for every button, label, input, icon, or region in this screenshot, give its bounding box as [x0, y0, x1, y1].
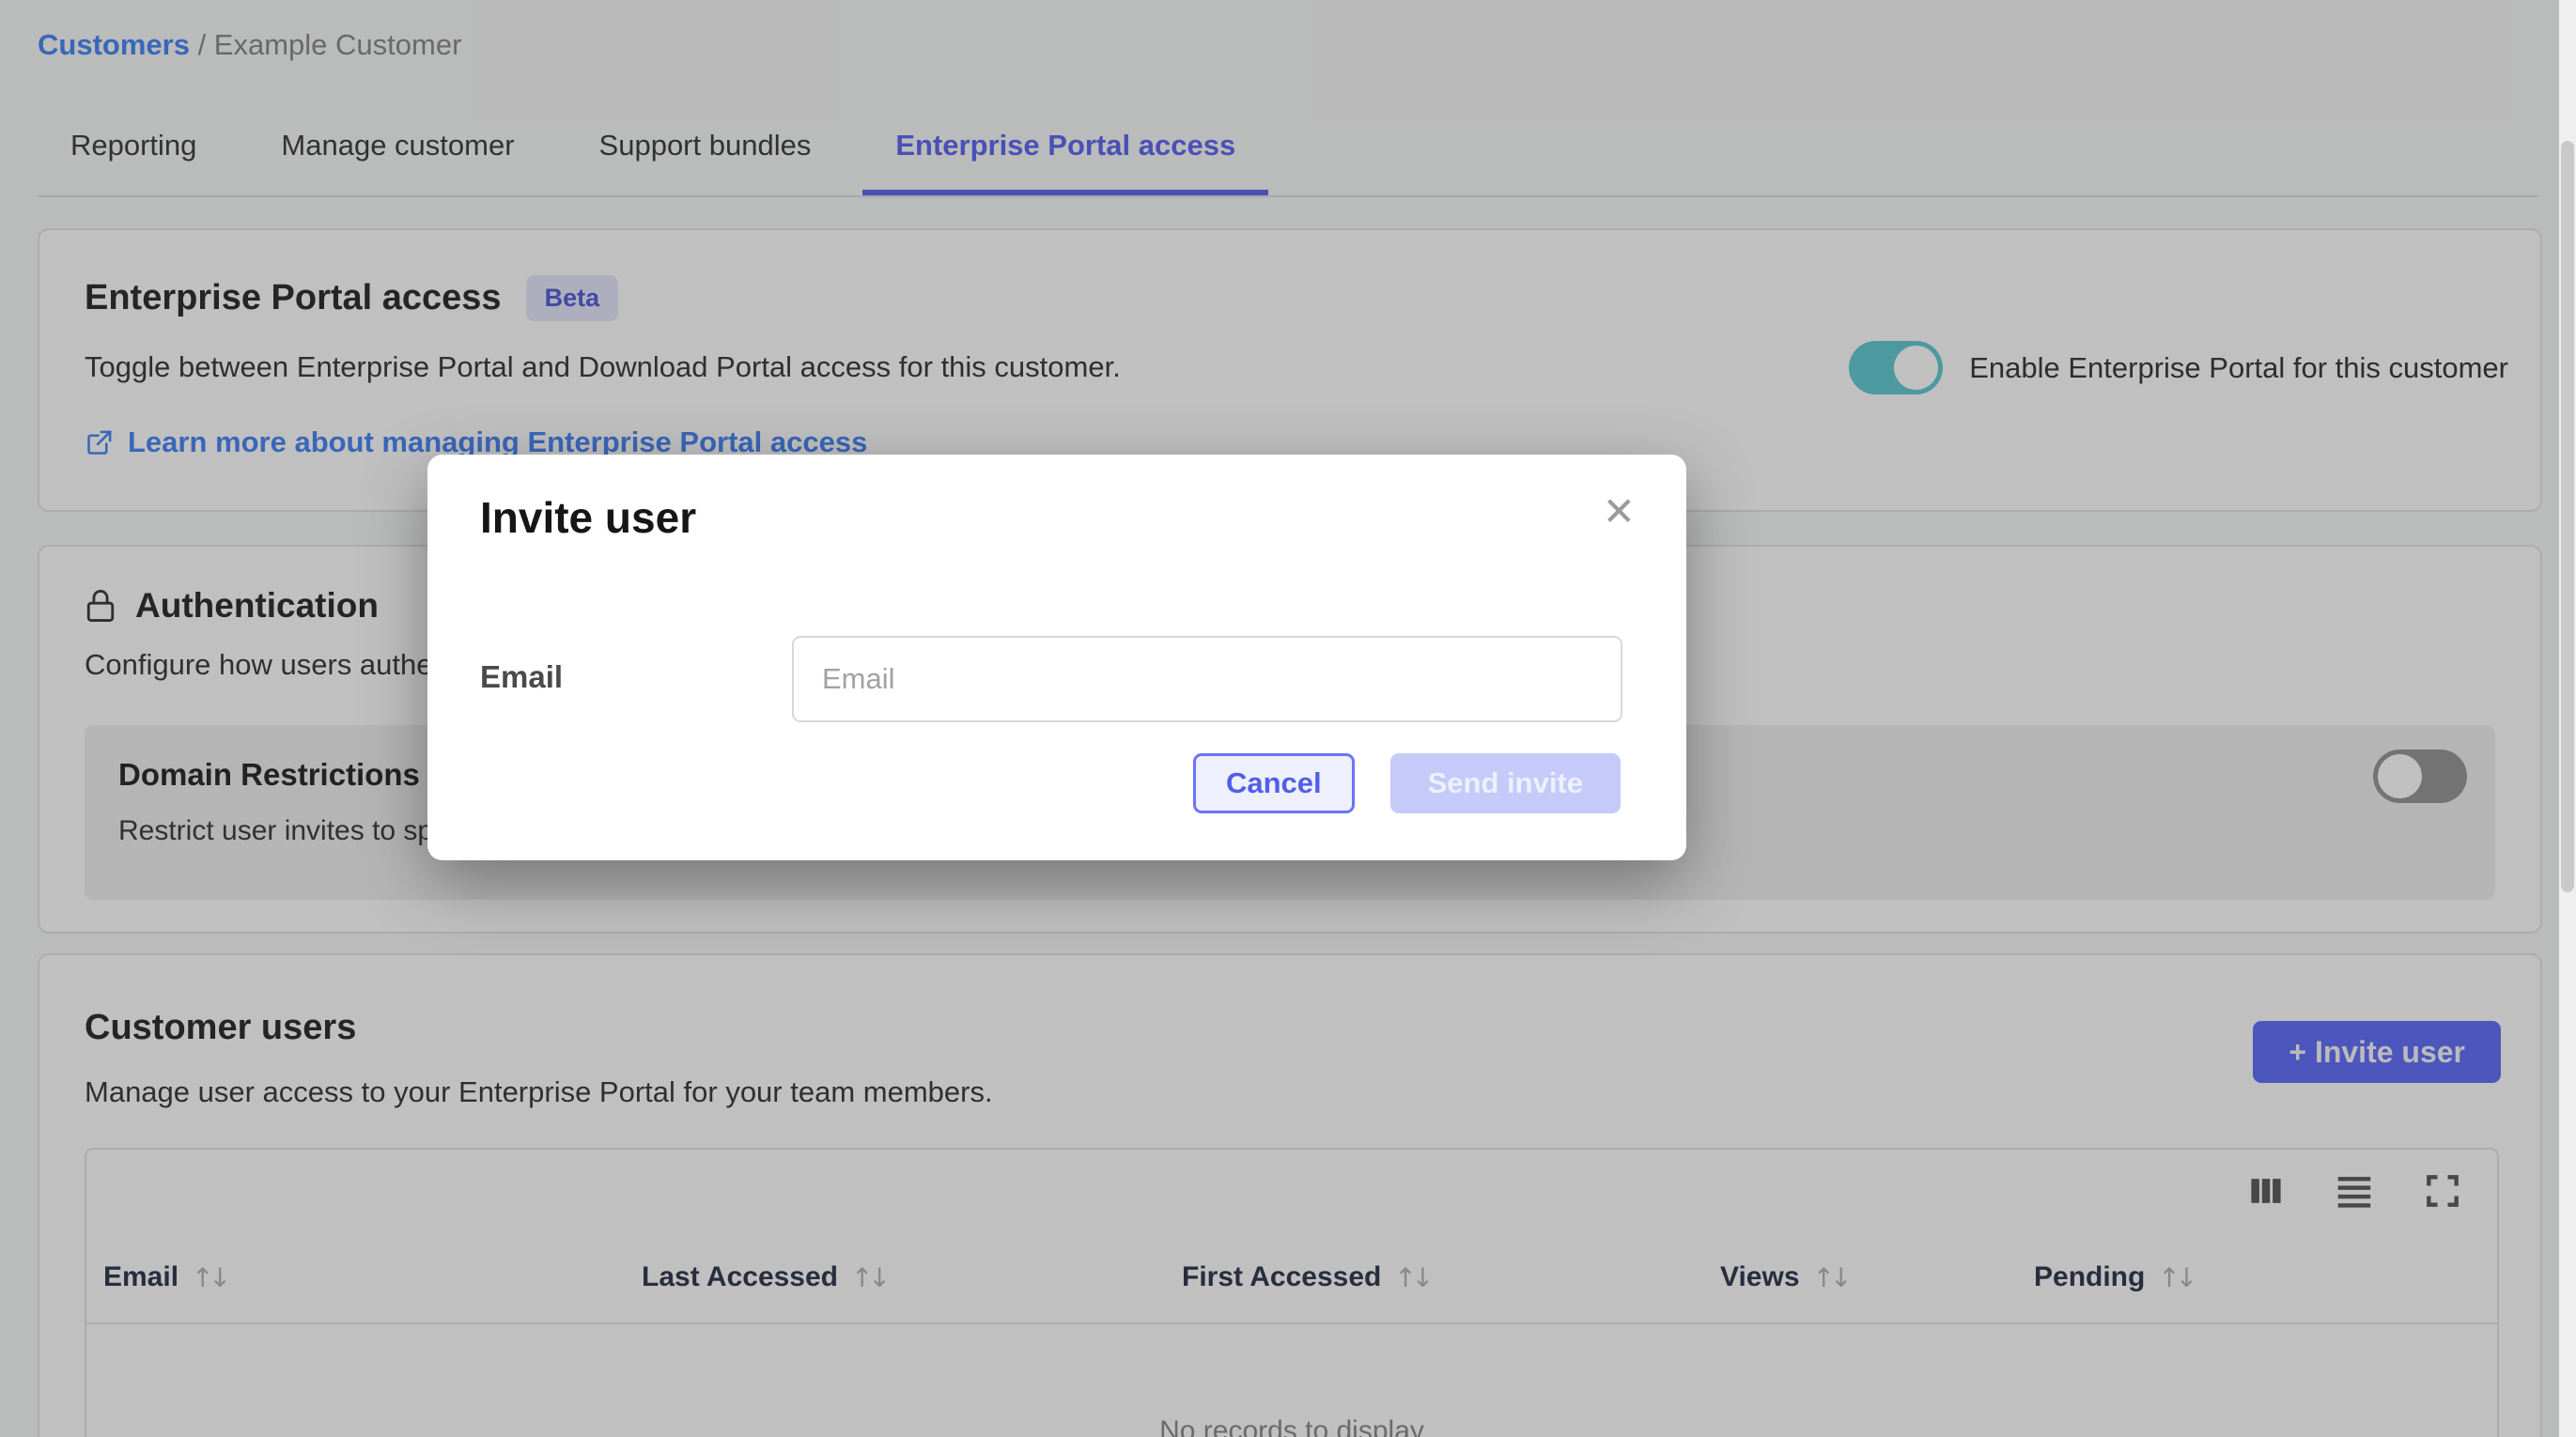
scrollbar-track: [2559, 0, 2576, 1437]
send-invite-button[interactable]: Send invite: [1390, 753, 1621, 813]
email-field[interactable]: [792, 636, 1622, 722]
page: Customers / Example Customer Reporting M…: [0, 0, 2576, 1437]
close-icon[interactable]: ✕: [1603, 488, 1636, 534]
cancel-button[interactable]: Cancel: [1193, 753, 1355, 813]
scrollbar-thumb[interactable]: [2561, 141, 2574, 892]
email-label: Email: [480, 659, 563, 695]
invite-user-modal: Invite user ✕ Email Cancel Send invite: [427, 455, 1686, 860]
modal-title: Invite user: [480, 492, 696, 543]
